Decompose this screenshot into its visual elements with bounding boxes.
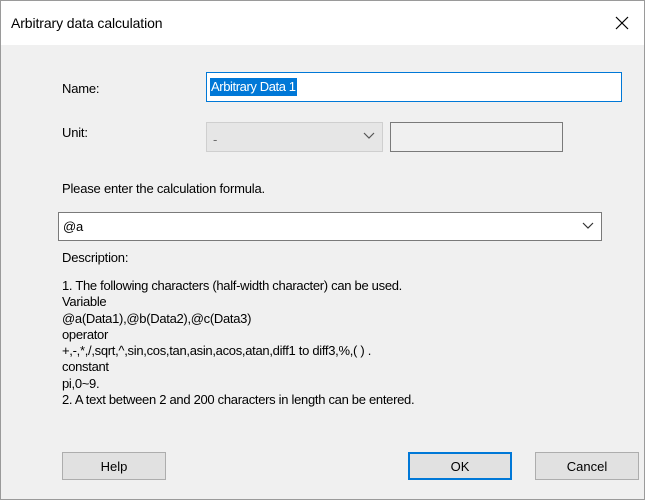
- description-heading: Description:: [62, 250, 129, 265]
- unit-label: Unit:: [62, 125, 88, 140]
- name-input[interactable]: Arbitrary Data 1: [206, 72, 622, 102]
- chevron-down-icon[interactable]: [582, 222, 594, 230]
- description-line: +,-,*,/,sqrt,^,sin,cos,tan,asin,acos,ata…: [62, 343, 372, 359]
- description-line: Variable: [62, 294, 107, 310]
- name-label: Name:: [62, 81, 100, 96]
- arbitrary-data-dialog: Arbitrary data calculation Name: Arbitra…: [0, 0, 645, 500]
- close-button[interactable]: [600, 1, 644, 45]
- window-title: Arbitrary data calculation: [11, 15, 163, 31]
- title-bar: Arbitrary data calculation: [1, 1, 644, 45]
- description-line: 1. The following characters (half-width …: [62, 278, 402, 293]
- formula-combobox[interactable]: @a: [58, 212, 602, 241]
- description-line: 2. A text between 2 and 200 characters i…: [62, 392, 415, 408]
- description-line: constant: [62, 359, 109, 375]
- description-line: @a(Data1),@b(Data2),@c(Data3): [62, 310, 252, 326]
- formula-prompt: Please enter the calculation formula.: [62, 181, 265, 196]
- description-line: pi,0~9.: [62, 375, 100, 391]
- help-button[interactable]: Help: [62, 452, 166, 480]
- formula-value: @a: [63, 219, 84, 234]
- unit-text-field[interactable]: [390, 122, 563, 152]
- chevron-down-icon: [363, 132, 375, 139]
- unit-select[interactable]: -: [206, 122, 383, 152]
- close-icon: [615, 16, 629, 30]
- cancel-button[interactable]: Cancel: [535, 452, 639, 480]
- description-text: 1. The following characters (half-width …: [62, 278, 622, 408]
- description-line: operator: [62, 326, 109, 342]
- unit-select-value: -: [213, 132, 218, 147]
- ok-button[interactable]: OK: [408, 452, 512, 480]
- name-input-value: Arbitrary Data 1: [210, 78, 297, 96]
